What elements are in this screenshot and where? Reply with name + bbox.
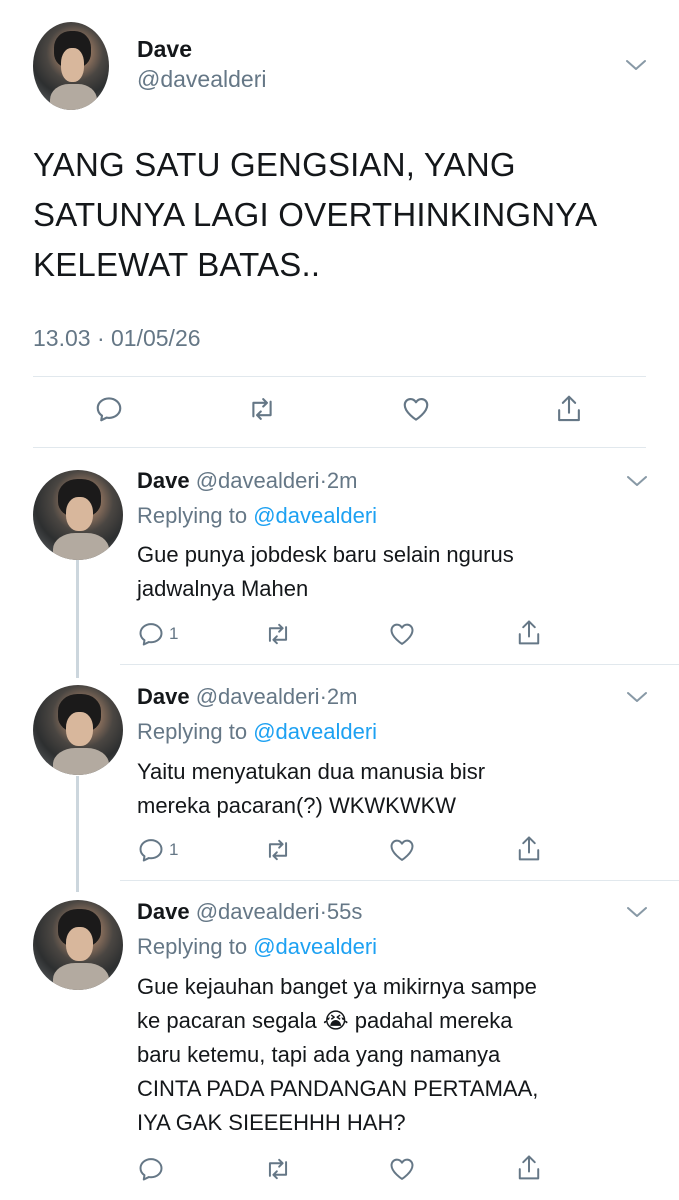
- retweet-icon: [263, 620, 293, 648]
- retweet-button[interactable]: [246, 394, 278, 424]
- retweet-icon: [263, 836, 293, 864]
- main-author-name[interactable]: Dave: [137, 36, 192, 63]
- main-avatar[interactable]: [33, 22, 109, 110]
- reply-text: Gue kejauhan banget ya mikirnya sampe ke…: [137, 970, 637, 1140]
- reply-button[interactable]: 1: [137, 620, 178, 648]
- replying-to-label: Replying to: [137, 934, 248, 959]
- reply-text-line: ke pacaran segala 😭 padahal mereka: [137, 1008, 513, 1033]
- share-icon: [554, 393, 584, 425]
- reply-header: Dave @davealderi·2m: [137, 684, 357, 710]
- reply-text-line: Yaitu menyatukan dua manusia bisr: [137, 759, 486, 784]
- like-button[interactable]: [400, 394, 432, 424]
- reply-text-line: CINTA PADA PANDANGAN PERTAMAA,: [137, 1076, 539, 1101]
- replying-to-link[interactable]: @davealderi: [253, 934, 377, 959]
- replying-to-label: Replying to: [137, 503, 248, 528]
- time-separator: ·: [319, 684, 327, 709]
- retweet-button[interactable]: [263, 620, 293, 648]
- retweet-icon: [246, 394, 278, 424]
- reply-avatar[interactable]: [33, 685, 123, 775]
- replying-to-link[interactable]: @davealderi: [253, 503, 377, 528]
- main-tweet-text: YANG SATU GENGSIAN, YANG SATUNYA LAGI OV…: [33, 146, 596, 283]
- reply-time[interactable]: 55s: [327, 899, 362, 924]
- chevron-down-icon[interactable]: [626, 690, 648, 704]
- retweet-button[interactable]: [263, 1155, 293, 1183]
- divider: [33, 447, 646, 448]
- reply-text-line: mereka pacaran(?) WKWKWKW: [137, 793, 457, 818]
- time-separator: ·: [319, 899, 327, 924]
- reply-author-handle[interactable]: @davealderi: [196, 684, 320, 709]
- reply-button[interactable]: [94, 394, 124, 424]
- reply-avatar[interactable]: [33, 900, 123, 990]
- like-button[interactable]: [387, 620, 417, 648]
- replying-to: Replying to @davealderi: [137, 503, 377, 529]
- chevron-down-icon[interactable]: [625, 58, 647, 72]
- chevron-down-icon[interactable]: [626, 474, 648, 488]
- reply-author-handle[interactable]: @davealderi: [196, 468, 320, 493]
- thread-connector: [76, 776, 79, 892]
- reply-icon: [137, 836, 165, 864]
- reply-time[interactable]: 2m: [327, 468, 358, 493]
- retweet-icon: [263, 1155, 293, 1183]
- replying-to-link[interactable]: @davealderi: [253, 719, 377, 744]
- heart-icon: [400, 394, 432, 424]
- reply-author-name[interactable]: Dave: [137, 899, 190, 924]
- reply-header: Dave @davealderi·2m: [137, 468, 357, 494]
- heart-icon: [387, 1155, 417, 1183]
- reply-count: 1: [169, 840, 179, 859]
- reply-text-line: jadwalnya Mahen: [137, 576, 309, 601]
- divider: [120, 880, 679, 881]
- reply-text: Yaitu menyatukan dua manusia bisr mereka…: [137, 755, 637, 823]
- share-button[interactable]: [515, 834, 543, 864]
- reply-time[interactable]: 2m: [327, 684, 358, 709]
- share-button[interactable]: [515, 1153, 543, 1183]
- main-tweet-timestamp[interactable]: 13.03 · 01/05/26: [33, 325, 201, 352]
- reply-text-line: baru ketemu, tapi ada yang namanya: [137, 1042, 501, 1067]
- replying-to-label: Replying to: [137, 719, 248, 744]
- reply-text-line: IYA GAK SIEEEHHH HAH?: [137, 1110, 406, 1135]
- share-icon: [515, 618, 543, 648]
- reply-icon: [137, 1155, 165, 1183]
- heart-icon: [387, 836, 417, 864]
- divider: [33, 376, 646, 377]
- main-author-handle[interactable]: @davealderi: [137, 66, 266, 93]
- reply-button[interactable]: 1: [137, 836, 178, 864]
- chevron-down-icon[interactable]: [626, 905, 648, 919]
- share-button[interactable]: [515, 618, 543, 648]
- like-button[interactable]: [387, 1155, 417, 1183]
- replying-to: Replying to @davealderi: [137, 934, 377, 960]
- reply-author-handle[interactable]: @davealderi: [196, 899, 320, 924]
- share-button[interactable]: [554, 393, 584, 425]
- reply-author-name[interactable]: Dave: [137, 684, 190, 709]
- replying-to: Replying to @davealderi: [137, 719, 377, 745]
- reply-icon: [94, 394, 124, 424]
- reply-button[interactable]: [137, 1155, 169, 1183]
- reply-text: Gue punya jobdesk baru selain ngurus jad…: [137, 538, 637, 606]
- reply-header: Dave @davealderi·55s: [137, 899, 362, 925]
- time-separator: ·: [319, 468, 327, 493]
- reply-avatar[interactable]: [33, 470, 123, 560]
- heart-icon: [387, 620, 417, 648]
- divider: [120, 664, 679, 665]
- like-button[interactable]: [387, 836, 417, 864]
- reply-text-line: Gue punya jobdesk baru selain ngurus: [137, 542, 514, 567]
- thread-connector: [76, 560, 79, 678]
- retweet-button[interactable]: [263, 836, 293, 864]
- reply-author-name[interactable]: Dave: [137, 468, 190, 493]
- reply-icon: [137, 620, 165, 648]
- share-icon: [515, 1153, 543, 1183]
- reply-count: 1: [169, 624, 179, 643]
- reply-text-line: Gue kejauhan banget ya mikirnya sampe: [137, 974, 537, 999]
- share-icon: [515, 834, 543, 864]
